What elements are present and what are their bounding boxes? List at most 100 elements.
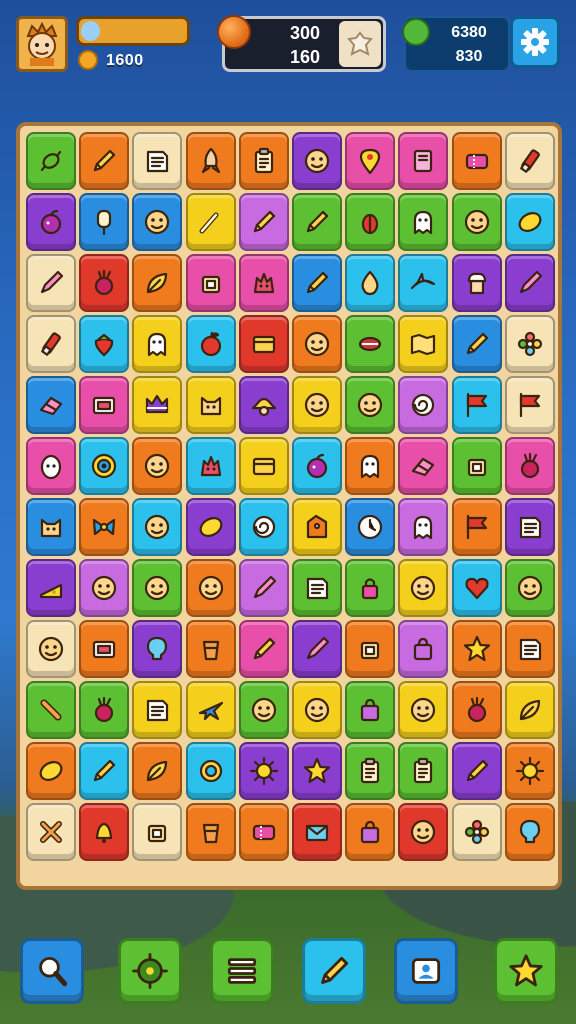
tile-r5-c8[interactable] xyxy=(451,437,502,495)
gear-button[interactable] xyxy=(118,938,182,1004)
tile-r8-c4[interactable] xyxy=(238,620,289,678)
tile-r10-c7[interactable] xyxy=(398,742,449,800)
tile-r1-c9[interactable] xyxy=(504,193,555,251)
tile-r11-c1[interactable] xyxy=(79,803,130,861)
tile-r3-c4[interactable] xyxy=(238,315,289,373)
tile-r7-c3[interactable] xyxy=(185,559,236,617)
tile-r10-c0[interactable] xyxy=(26,742,76,800)
tile-r10-c3[interactable] xyxy=(185,742,236,800)
tile-r11-c4[interactable] xyxy=(238,803,289,861)
tile-r5-c9[interactable] xyxy=(504,437,555,495)
tile-r1-c6[interactable] xyxy=(345,193,396,251)
tile-r5-c4[interactable] xyxy=(238,437,289,495)
tile-r8-c6[interactable] xyxy=(345,620,396,678)
tile-r5-c0[interactable] xyxy=(26,437,76,495)
tile-r11-c2[interactable] xyxy=(132,803,183,861)
list-button[interactable] xyxy=(210,938,274,1004)
tile-r5-c1[interactable] xyxy=(79,437,130,495)
tile-r0-c7[interactable] xyxy=(398,132,449,190)
tile-r9-c0[interactable] xyxy=(26,681,76,739)
tile-r1-c3[interactable] xyxy=(185,193,236,251)
tile-r0-c2[interactable] xyxy=(132,132,183,190)
tile-r7-c0[interactable] xyxy=(26,559,76,617)
tile-r0-c4[interactable] xyxy=(238,132,289,190)
tile-r7-c5[interactable] xyxy=(291,559,342,617)
tile-r8-c0[interactable] xyxy=(26,620,76,678)
tile-r7-c8[interactable] xyxy=(451,559,502,617)
tile-r10-c1[interactable] xyxy=(79,742,130,800)
tile-r8-c7[interactable] xyxy=(398,620,449,678)
tile-r6-c6[interactable] xyxy=(345,498,396,556)
tile-r1-c0[interactable] xyxy=(26,193,76,251)
tile-r5-c2[interactable] xyxy=(132,437,183,495)
tile-r11-c3[interactable] xyxy=(185,803,236,861)
tile-r10-c9[interactable] xyxy=(504,742,555,800)
tile-r11-c0[interactable] xyxy=(26,803,76,861)
tile-r5-c6[interactable] xyxy=(345,437,396,495)
tile-r1-c8[interactable] xyxy=(451,193,502,251)
tile-r0-c8[interactable] xyxy=(451,132,502,190)
tile-r0-c5[interactable] xyxy=(291,132,342,190)
tile-r7-c1[interactable] xyxy=(79,559,130,617)
tile-r5-c5[interactable] xyxy=(291,437,342,495)
tile-r4-c3[interactable] xyxy=(185,376,236,434)
tile-r1-c7[interactable] xyxy=(398,193,449,251)
tile-r3-c2[interactable] xyxy=(132,315,183,373)
tile-r9-c6[interactable] xyxy=(345,681,396,739)
resource-panel[interactable]: 300 160 xyxy=(217,15,386,72)
tile-r9-c8[interactable] xyxy=(451,681,502,739)
tile-r1-c2[interactable] xyxy=(132,193,183,251)
tile-r6-c1[interactable] xyxy=(79,498,130,556)
tile-r0-c0[interactable] xyxy=(26,132,76,190)
tile-r4-c1[interactable] xyxy=(79,376,130,434)
tile-r2-c1[interactable] xyxy=(79,254,130,312)
tile-r2-c6[interactable] xyxy=(345,254,396,312)
tile-r2-c2[interactable] xyxy=(132,254,183,312)
tile-r9-c1[interactable] xyxy=(79,681,130,739)
tile-r6-c0[interactable] xyxy=(26,498,76,556)
tile-r9-c2[interactable] xyxy=(132,681,183,739)
tile-r6-c5[interactable] xyxy=(291,498,342,556)
player-avatar[interactable] xyxy=(16,16,68,72)
tile-r5-c3[interactable] xyxy=(185,437,236,495)
tile-r7-c6[interactable] xyxy=(345,559,396,617)
settings-button[interactable] xyxy=(510,16,560,68)
tile-r10-c6[interactable] xyxy=(345,742,396,800)
tile-r4-c7[interactable] xyxy=(398,376,449,434)
tile-r3-c5[interactable] xyxy=(291,315,342,373)
tile-r4-c5[interactable] xyxy=(291,376,342,434)
tile-r6-c3[interactable] xyxy=(185,498,236,556)
tile-r8-c5[interactable] xyxy=(291,620,342,678)
tile-r11-c9[interactable] xyxy=(504,803,555,861)
tile-r9-c4[interactable] xyxy=(238,681,289,739)
reward-button[interactable] xyxy=(339,21,381,67)
tile-r1-c1[interactable] xyxy=(79,193,130,251)
tile-r3-c1[interactable] xyxy=(79,315,130,373)
tile-r3-c8[interactable] xyxy=(451,315,502,373)
tile-r6-c8[interactable] xyxy=(451,498,502,556)
tile-r2-c3[interactable] xyxy=(185,254,236,312)
tile-r4-c2[interactable] xyxy=(132,376,183,434)
tile-r6-c4[interactable] xyxy=(238,498,289,556)
tile-r11-c7[interactable] xyxy=(398,803,449,861)
tile-r10-c2[interactable] xyxy=(132,742,183,800)
search-button[interactable] xyxy=(20,938,84,1004)
tile-r2-c0[interactable] xyxy=(26,254,76,312)
tile-r0-c1[interactable] xyxy=(79,132,130,190)
tile-r6-c2[interactable] xyxy=(132,498,183,556)
tile-r10-c5[interactable] xyxy=(291,742,342,800)
tile-r1-c5[interactable] xyxy=(291,193,342,251)
tile-r8-c3[interactable] xyxy=(185,620,236,678)
tile-r4-c6[interactable] xyxy=(345,376,396,434)
tile-r4-c0[interactable] xyxy=(26,376,76,434)
tile-r0-c9[interactable] xyxy=(504,132,555,190)
tile-r9-c9[interactable] xyxy=(504,681,555,739)
tile-r10-c4[interactable] xyxy=(238,742,289,800)
tile-r7-c9[interactable] xyxy=(504,559,555,617)
tile-r3-c3[interactable] xyxy=(185,315,236,373)
gem-panel[interactable]: 6380 830 xyxy=(402,16,510,72)
tile-r2-c5[interactable] xyxy=(291,254,342,312)
tile-r0-c6[interactable] xyxy=(345,132,396,190)
tile-r8-c9[interactable] xyxy=(504,620,555,678)
tile-r3-c7[interactable] xyxy=(398,315,449,373)
